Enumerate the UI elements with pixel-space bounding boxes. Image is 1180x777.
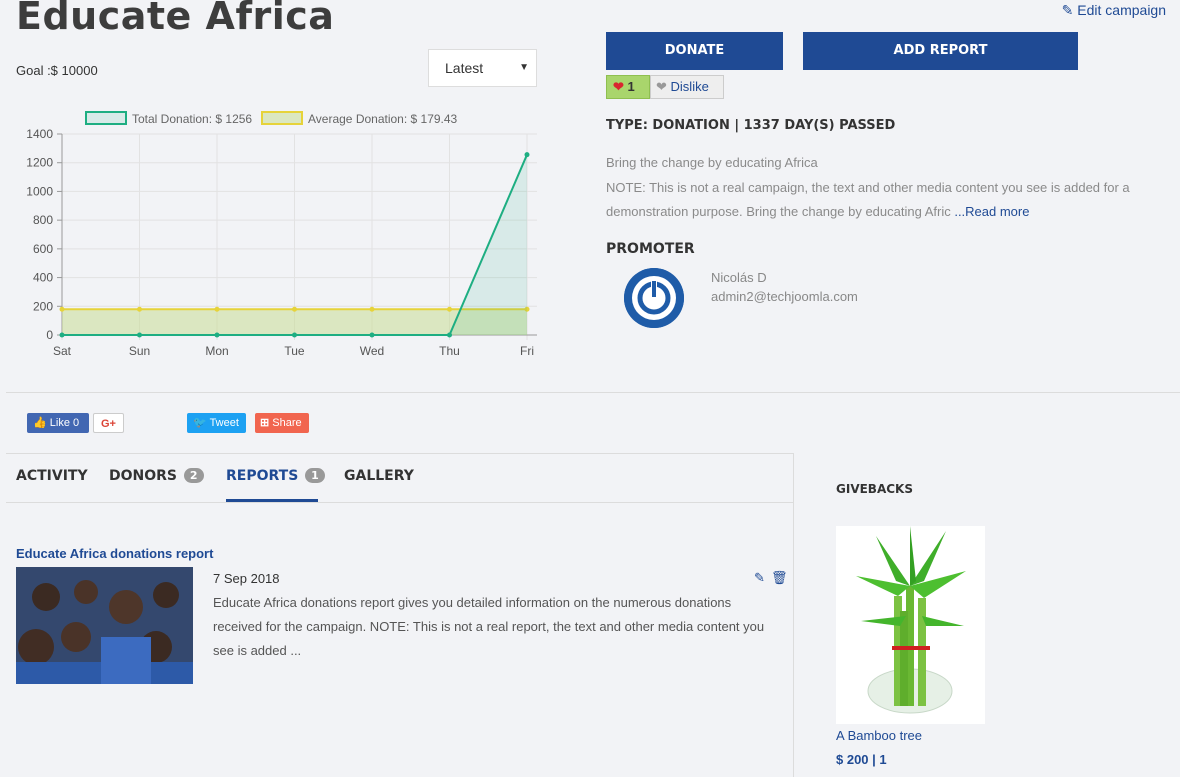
x-tick-label: Wed [360, 344, 384, 358]
plus-square-icon: ⊞ [260, 417, 270, 429]
x-tick-label: Thu [439, 344, 460, 358]
y-tick-label: 200 [33, 299, 53, 313]
dislike-label: Dislike [670, 79, 709, 94]
report-image[interactable] [16, 567, 193, 684]
tab-reports[interactable]: REPORTS 1 [226, 468, 325, 484]
data-point [369, 332, 375, 338]
giveback-price: $ 200 | 1 [836, 752, 887, 767]
tweet-label: Tweet [209, 417, 239, 429]
promoter-name: Nicolás D [711, 270, 767, 285]
x-tick-label: Fri [520, 344, 534, 358]
donation-chart: 0 200 400 600 800 1000 1200 1400 Sat Sun Mon Tue Wed… [26, 111, 537, 358]
data-point [137, 332, 142, 338]
data-point [214, 332, 220, 338]
campaign-description: Bring the change by educating Africa NOT… [606, 151, 1180, 225]
tab-label: GALLERY [344, 468, 414, 484]
legend-swatch [85, 111, 127, 125]
y-tick-label: 0 [46, 328, 53, 342]
report-summary: Educate Africa donations report gives yo… [213, 595, 765, 658]
caret-down-icon: ▼ [519, 62, 529, 73]
sort-select[interactable]: Latest ▼ [428, 49, 537, 87]
y-tick-label: 1000 [26, 184, 53, 198]
section-divider [6, 392, 1180, 393]
donate-button[interactable]: DONATE [606, 32, 783, 70]
promoter-heading: PROMOTER [606, 241, 695, 257]
promoter-avatar[interactable] [624, 268, 684, 328]
broken-heart-icon: ❤ [656, 79, 667, 94]
campaign-goal: Goal :$ 10000 [16, 63, 98, 78]
description-line1: Bring the change by educating Africa [606, 155, 818, 170]
google-plus-button[interactable]: G+ [93, 413, 124, 433]
power-icon [624, 268, 684, 328]
active-tab-indicator [226, 499, 318, 502]
twitter-bird-icon: 🐦 [193, 417, 207, 429]
y-tick-label: 600 [33, 242, 53, 256]
data-point [447, 332, 452, 338]
tabs-divider [6, 502, 794, 503]
like-button[interactable]: ❤ 1 [606, 75, 650, 99]
givebacks-heading: GIVEBACKS [836, 482, 913, 496]
facebook-like-label: Like 0 [49, 417, 80, 429]
data-point [292, 306, 297, 312]
data-point [369, 306, 375, 312]
tab-label: DONORS [109, 468, 178, 484]
y-tick-label: 1400 [26, 127, 53, 141]
legend-swatch [261, 111, 303, 125]
tweet-button[interactable]: 🐦 Tweet [187, 413, 246, 433]
legend-label: Average Donation: $ 179.43 [308, 112, 458, 126]
giveback-image[interactable] [836, 526, 985, 724]
tab-activity[interactable]: ACTIVITY [16, 468, 88, 484]
data-point [447, 306, 452, 312]
trash-icon[interactable]: 🗑 [771, 570, 788, 586]
count-badge: 2 [183, 468, 204, 483]
pencil-icon: ✎ [1061, 2, 1074, 18]
campaign-type-line: TYPE: DONATION | 1337 DAY(S) PASSED [606, 118, 896, 133]
description-body: NOTE: This is not a real campaign, the t… [606, 176, 1180, 225]
data-point [524, 152, 530, 158]
x-tick-label: Sun [129, 344, 150, 358]
sort-select-value: Latest [445, 60, 484, 76]
tab-donors[interactable]: DONORS 2 [109, 468, 204, 484]
y-tick-label: 800 [33, 213, 53, 227]
data-point [59, 306, 65, 312]
heart-icon: ❤ [613, 79, 624, 94]
giveback-name-link[interactable]: A Bamboo tree [836, 728, 922, 743]
thumbs-up-icon: 👍 [33, 417, 47, 429]
share-label: Share [272, 417, 302, 429]
report-date: 7 Sep 2018 [213, 571, 280, 586]
tab-label: REPORTS [226, 468, 299, 484]
x-tick-label: Tue [284, 344, 305, 358]
description-line2: NOTE: This is not a real campaign, the t… [606, 179, 1130, 220]
x-tick-label: Sat [53, 344, 72, 358]
campaign-title: Educate Africa [16, 0, 335, 38]
y-tick-label: 400 [33, 271, 53, 285]
tab-gallery[interactable]: GALLERY [344, 468, 414, 484]
data-point [214, 306, 220, 312]
like-count: 1 [627, 79, 635, 94]
promoter-email: admin2@techjoomla.com [711, 289, 858, 304]
data-point [292, 332, 297, 338]
share-button[interactable]: ⊞ Share [255, 413, 309, 433]
read-more-link[interactable]: ...Read more [954, 204, 1029, 219]
report-title-link[interactable]: Educate Africa donations report [16, 546, 213, 561]
tab-label: ACTIVITY [16, 468, 88, 484]
data-point [59, 332, 65, 338]
add-report-button[interactable]: ADD REPORT [803, 32, 1078, 70]
children-photo [16, 567, 193, 684]
legend-label: Total Donation: $ 1256 [132, 112, 252, 126]
bamboo-plant-image [836, 526, 985, 724]
facebook-like-button[interactable]: 👍 Like 0 [27, 413, 89, 433]
y-tick-label: 1200 [26, 156, 53, 170]
dislike-button[interactable]: ❤ Dislike [650, 75, 724, 99]
count-badge: 1 [305, 468, 325, 483]
edit-campaign-label: Edit campaign [1077, 2, 1166, 18]
edit-report-icon[interactable]: ✎ [754, 570, 765, 586]
edit-campaign-link[interactable]: ✎ Edit campaign [1062, 2, 1166, 19]
x-tick-label: Mon [205, 344, 228, 358]
data-point [137, 306, 142, 312]
